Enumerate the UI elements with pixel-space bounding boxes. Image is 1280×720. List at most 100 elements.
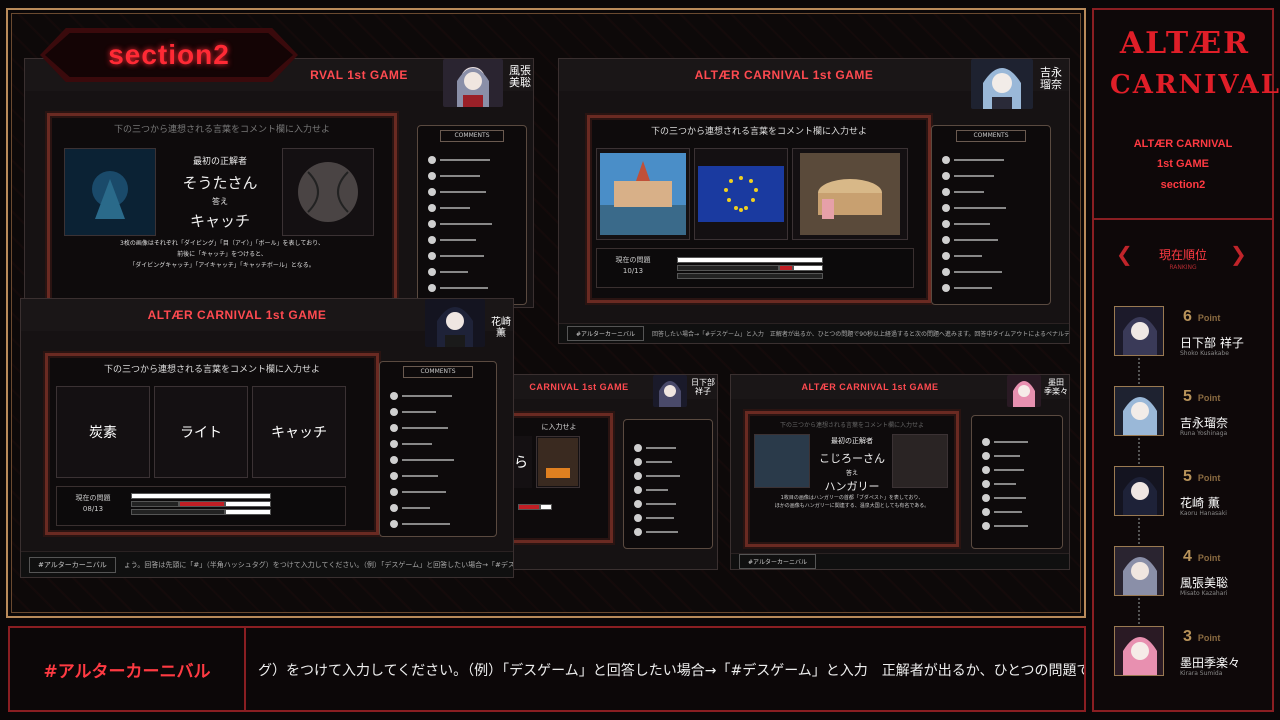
rank-romaji: Runa Yoshinaga — [1180, 430, 1228, 437]
solver-name: そうたさん — [182, 174, 258, 192]
rank-points-unit: Point — [1197, 633, 1221, 643]
ranking-subtitle: RANKING — [1169, 264, 1197, 271]
rank-points: 6 — [1183, 308, 1192, 325]
player-avatar — [1007, 375, 1041, 407]
image-card-3 — [892, 434, 948, 488]
comments-panel: COMMENTS — [379, 361, 497, 537]
ticker-text: 回答したい場合→「#デスゲーム」と入力 正解者が出るか、ひとつの問題で90秒以上… — [651, 331, 1069, 338]
image-card-budapest — [596, 148, 690, 240]
game-window-runa: ALTÆR CARNIVAL 1st GAME 吉永 瑠奈 下の三つから連想され… — [558, 58, 1070, 344]
comments-title: COMMENTS — [439, 130, 505, 142]
player-name: 吉永 瑠奈 — [1040, 66, 1062, 92]
player-name: 花崎薫 — [491, 317, 511, 339]
avatar — [1114, 306, 1164, 356]
question-text: 下の三つから連想される言葉をコメント欄に入力せよ — [779, 422, 924, 429]
ranking-title: 現在順位 — [1158, 248, 1207, 262]
image-card-1 — [754, 434, 810, 488]
section-badge: section2 — [40, 28, 298, 82]
answer-text: キャッチ — [189, 212, 250, 230]
image-card — [536, 436, 580, 488]
explanation-2: ほかの画像もハンガリーに関連する、温泉大国としても有名である。 — [774, 503, 930, 509]
progress-value: 10/13 — [622, 267, 644, 275]
progress-box: 現在の問題 10/13 — [596, 248, 914, 288]
rank-romaji: Kirara Sumida — [1180, 670, 1223, 677]
progress-value: 08/13 — [82, 505, 104, 513]
rank-romaji: Kaoru Hanasaki — [1180, 510, 1227, 517]
game-window-misato: RVAL 1st GAME 風張 美聡 下の三つから連想される言葉をコメント欄に… — [24, 58, 534, 308]
progress-label: 現在の問題 — [75, 494, 111, 502]
rank-name: 吉永瑠奈 — [1180, 416, 1229, 430]
progress-box: 現在の問題 08/13 — [56, 486, 346, 526]
rank-romaji: Shoko Kusakabe — [1180, 350, 1229, 357]
ticker-text: グ）をつけて入力してください。（例）「デスゲーム」と回答したい場合→「#デスゲー… — [258, 663, 1086, 679]
ticker-hashtag: #アルターカーニバル — [739, 554, 816, 569]
panel-title-line-3: section2 — [1160, 179, 1206, 191]
panel-divider — [1092, 218, 1274, 220]
avatar — [1114, 466, 1164, 516]
question-board: 下の三つから連想される言葉をコメント欄に入力せよ 最初の正解者 そうたさん 答え… — [47, 113, 397, 303]
player-avatar — [425, 299, 485, 347]
window-ticker: #アルターカーニバル 回答したい場合→「#デスゲーム」と入力 正解者が出るか、ひ… — [559, 323, 1069, 343]
altaer-carnival-logo: ALTÆR CARNIVAL — [1110, 22, 1280, 122]
rank-name: 日下部 祥子 — [1180, 336, 1244, 350]
panel-title-line-2: 1st GAME — [1157, 158, 1209, 170]
player-name: 日下部 祥子 — [691, 378, 715, 396]
game-window-kirara: ALTÆR CARNIVAL 1st GAME 墨田 季楽々 下の三つから連想さ… — [730, 374, 1070, 570]
rank-romaji: Misato Kazahari — [1180, 590, 1228, 597]
logo-line-2: CARNIVAL — [1110, 70, 1280, 100]
ticker-hashtag: #アルターカーニバル — [29, 556, 116, 573]
explanation-2: 前後に「キャッチ」をつけると、 — [177, 251, 267, 258]
avatar — [1114, 626, 1164, 676]
question-board: に入力せよ ら — [505, 413, 613, 543]
question-board: 下の三つから連想される言葉をコメント欄に入力せよ 炭素 ライト キャッチ 現在の… — [45, 353, 379, 535]
rank-points: 5 — [1183, 388, 1192, 405]
rank-points-unit: Point — [1197, 393, 1221, 403]
panel-title-line-1: ALTÆR CARNIVAL — [1133, 138, 1233, 150]
rank-points-unit: Point — [1197, 473, 1221, 483]
rank-name: 花崎 薫 — [1180, 496, 1220, 510]
explanation-3: 「ダイビングキャッチ」「アイキャッチ」「キャッチボール」となる。 — [129, 262, 315, 269]
solver-label: 最初の正解者 — [831, 437, 873, 445]
logo-line-1: ALTÆR — [1119, 26, 1251, 61]
rank-name: 風張美聡 — [1180, 576, 1229, 590]
game-window-kaoru: ALTÆR CARNIVAL 1st GAME 花崎薫 下の三つから連想される言… — [20, 298, 514, 578]
answer-label: 答え — [212, 197, 228, 206]
ticker-text: ょう。回答は先頭に「#」（半角ハッシュタグ）をつけて入力してください。（例）「デ… — [123, 560, 513, 569]
rank-points: 3 — [1183, 628, 1192, 645]
question-text: に入力せよ — [541, 423, 577, 431]
image-card-3 — [282, 148, 374, 236]
window-ticker: #アルターカーニバル ょう。回答は先頭に「#」（半角ハッシュタグ）をつけて入力し… — [21, 551, 513, 577]
question-text: 下の三つから連想される言葉をコメント欄に入力せよ — [103, 365, 320, 375]
comments-title: COMMENTS — [955, 130, 1027, 142]
image-card-bath — [792, 148, 908, 240]
rank-points: 4 — [1183, 548, 1192, 565]
avatar — [1114, 386, 1164, 436]
question-board: 下の三つから連想される言葉をコメント欄に入力せよ 現在の問題 10/13 — [587, 115, 931, 303]
player-name: 風張 美聡 — [509, 64, 531, 90]
comments-panel — [971, 415, 1063, 549]
question-board: 下の三つから連想される言葉をコメント欄に入力せよ 最初の正解者 こじろーさん 答… — [745, 411, 959, 547]
explanation-1: 1枚目の画像はハンガリーの首都「ブダペスト」を表しており、 — [780, 495, 924, 501]
question-text: 下の三つから連想される言葉をコメント欄に入力せよ — [650, 127, 867, 137]
comments-title: COMMENTS — [403, 366, 473, 378]
player-avatar — [971, 59, 1033, 109]
question-text: 下の三つから連想される言葉をコメント欄に入力せよ — [113, 125, 330, 135]
word-card-3: キャッチ — [252, 386, 346, 478]
player-avatar — [653, 375, 687, 407]
player-name: 墨田 季楽々 — [1044, 378, 1068, 396]
player-avatar — [443, 59, 503, 107]
rank-points-unit: Point — [1197, 313, 1221, 323]
answer-label: 答え — [845, 470, 858, 477]
avatar — [1114, 546, 1164, 596]
answer-text: ハンガリー — [824, 480, 880, 493]
word-card-1: 炭素 — [56, 386, 150, 478]
solver-name: こじろーさん — [819, 452, 885, 465]
explanation-1: 3枚の画像はそれぞれ「ダイビング」「目（アイ）」「ボール」を表しており、 — [120, 240, 324, 247]
word-card-2: ライト — [154, 386, 248, 478]
comments-panel: COMMENTS — [417, 125, 527, 305]
progress-label: 現在の問題 — [615, 256, 651, 264]
comments-panel — [623, 419, 713, 549]
image-card-1 — [64, 148, 156, 236]
comments-panel: COMMENTS — [931, 125, 1051, 305]
rank-name: 墨田季楽々 — [1180, 656, 1241, 670]
